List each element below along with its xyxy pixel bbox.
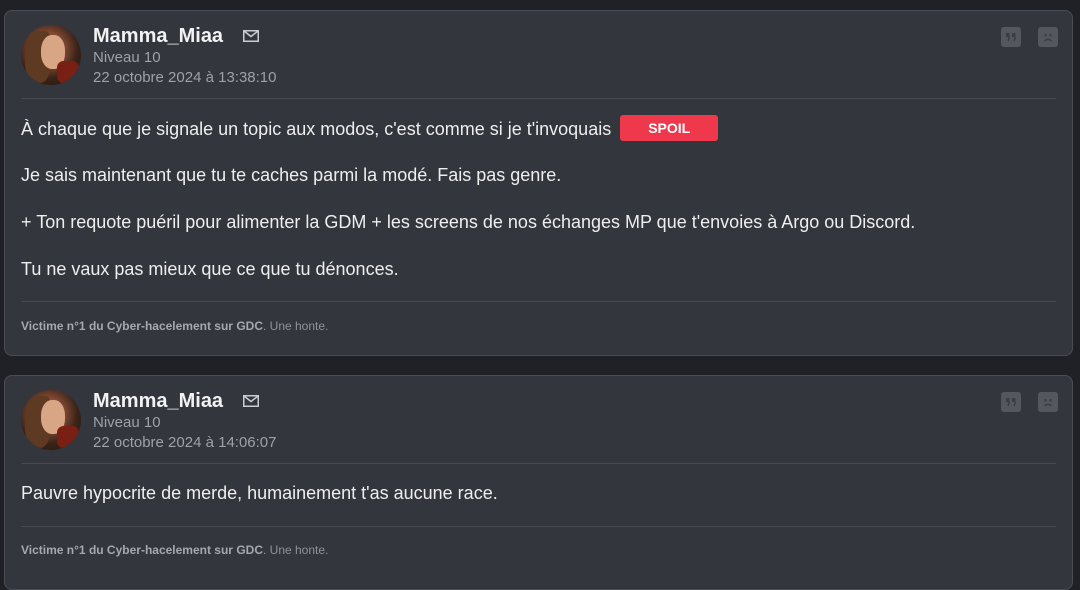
message-line: Pauvre hypocrite de merde, humainement t… — [21, 483, 498, 503]
signature-divider — [21, 301, 1056, 302]
sad-face-icon — [1043, 34, 1053, 42]
message-line: + Ton requote puéril pour alimenter la G… — [21, 212, 916, 232]
quote-button[interactable] — [1001, 27, 1021, 47]
avatar[interactable] — [21, 25, 81, 85]
message-line: Je sais maintenant que tu te caches parm… — [21, 165, 562, 185]
signature: Victime n°1 du Cyber-hacelement sur GDC.… — [21, 319, 328, 333]
username[interactable]: Mamma_Miaa — [93, 25, 223, 48]
user-level: Niveau 10 — [93, 49, 161, 66]
quote-icon — [1006, 398, 1017, 407]
header-divider — [21, 463, 1056, 464]
username[interactable]: Mamma_Miaa — [93, 390, 223, 413]
avatar-accent — [57, 426, 79, 448]
message-line: Tu ne vaux pas mieux que ce que tu dénon… — [21, 259, 399, 279]
spoil-button[interactable]: SPOIL — [620, 115, 719, 142]
post-date[interactable]: 22 octobre 2024 à 13:38:10 — [93, 69, 277, 86]
avatar-accent — [57, 61, 79, 83]
message-line: À chaque que je signale un topic aux mod… — [21, 115, 719, 142]
quote-icon — [1006, 33, 1017, 42]
user-level: Niveau 10 — [93, 414, 161, 431]
header-divider — [21, 98, 1056, 99]
forum-post: Mamma_Miaa Niveau 10 22 octobre 2024 à 1… — [4, 375, 1073, 590]
quote-button[interactable] — [1001, 392, 1021, 412]
signature: Victime n°1 du Cyber-hacelement sur GDC.… — [21, 543, 328, 557]
report-button[interactable] — [1038, 27, 1058, 47]
avatar[interactable] — [21, 390, 81, 450]
message-text: À chaque que je signale un topic aux mod… — [21, 119, 612, 139]
signature-bold: Victime n°1 du Cyber-hacelement sur GDC — [21, 543, 263, 557]
sad-face-icon — [1043, 399, 1053, 407]
signature-bold: Victime n°1 du Cyber-hacelement sur GDC — [21, 319, 263, 333]
post-date[interactable]: 22 octobre 2024 à 14:06:07 — [93, 434, 277, 451]
signature-divider — [21, 526, 1056, 527]
report-button[interactable] — [1038, 392, 1058, 412]
mail-icon[interactable] — [243, 395, 259, 407]
forum-post: Mamma_Miaa Niveau 10 22 octobre 2024 à 1… — [4, 10, 1073, 356]
signature-rest: . Une honte. — [262, 543, 329, 557]
mail-icon[interactable] — [243, 30, 259, 42]
signature-rest: . Une honte. — [262, 319, 329, 333]
